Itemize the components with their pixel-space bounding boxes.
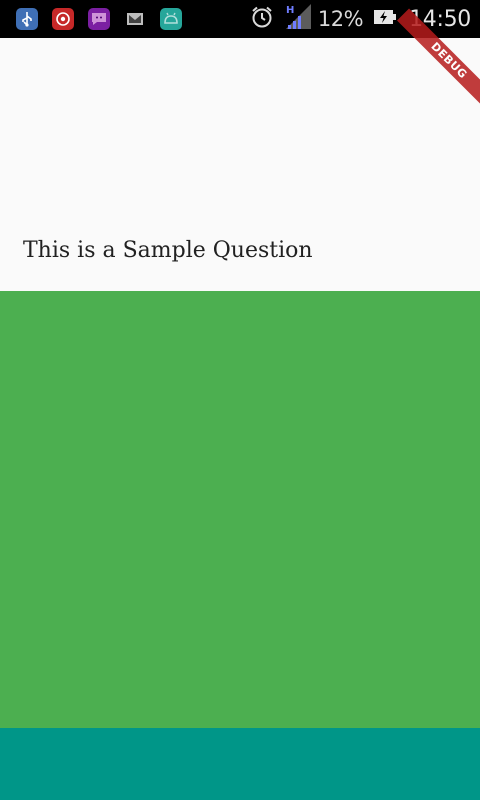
network-type-label: H bbox=[286, 5, 294, 16]
answer-area[interactable] bbox=[0, 291, 480, 728]
question-panel: This is a Sample Question bbox=[0, 38, 480, 291]
bottom-bar[interactable] bbox=[0, 728, 480, 800]
question-text: This is a Sample Question bbox=[23, 238, 313, 263]
screen-recorder-icon bbox=[52, 8, 74, 30]
android-debug-icon bbox=[160, 8, 182, 30]
notification-icons bbox=[16, 8, 196, 30]
battery-charging-icon bbox=[373, 7, 397, 32]
gmail-icon bbox=[124, 8, 146, 30]
usb-icon bbox=[16, 8, 38, 30]
battery-percent: 12% bbox=[317, 7, 364, 31]
cell-signal-icon: H bbox=[285, 3, 312, 35]
messenger-icon bbox=[88, 8, 110, 30]
system-indicators: H 12% 14:50 bbox=[250, 3, 471, 35]
app-screen: H 12% 14:50 This is a Sample Question DE… bbox=[0, 0, 480, 800]
alarm-clock-icon bbox=[250, 5, 274, 34]
